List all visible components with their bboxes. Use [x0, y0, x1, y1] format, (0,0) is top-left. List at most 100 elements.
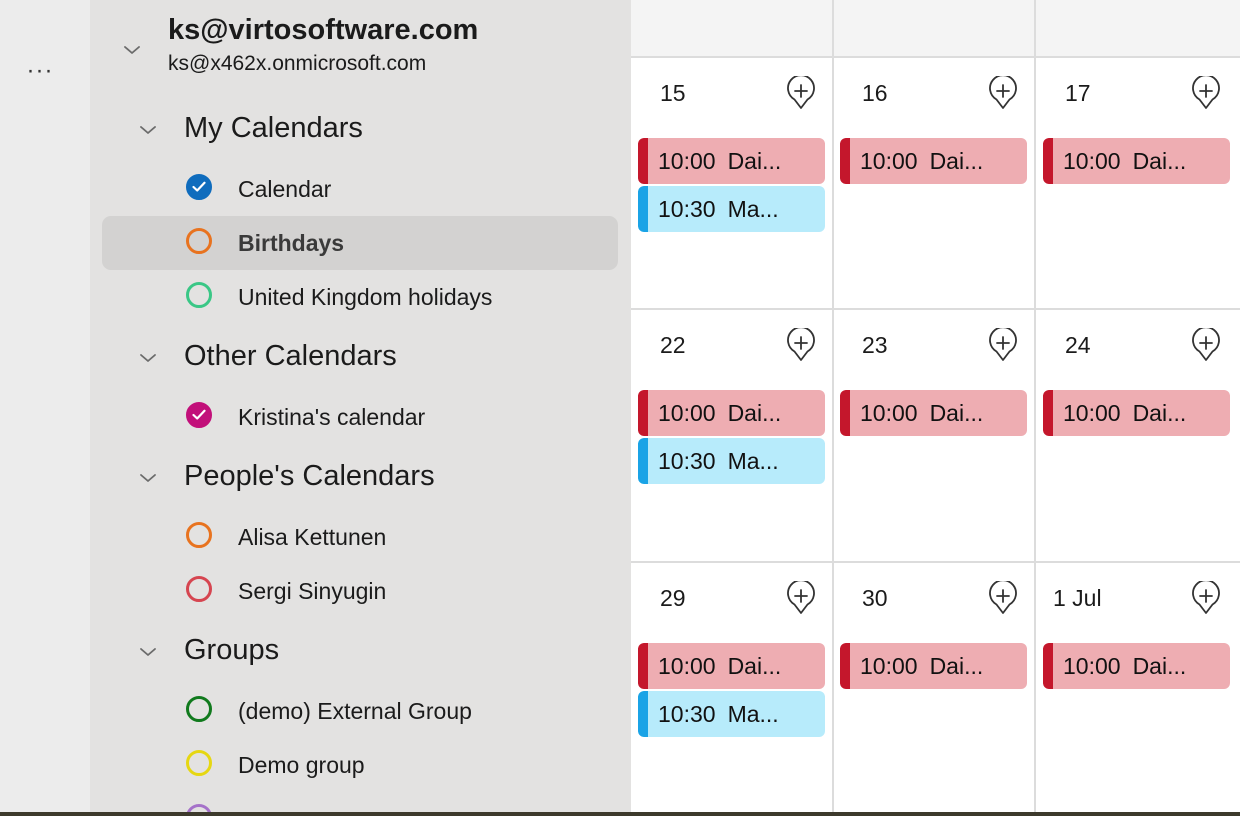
group-title-groups[interactable]: Groups: [184, 634, 279, 667]
event-time: 10:00: [1063, 652, 1121, 679]
event-title: Dai...: [1132, 399, 1187, 426]
calendar-event[interactable]: 10:00 Dai...: [840, 390, 1027, 436]
calendar-item-label: United Kingdom holidays: [238, 284, 493, 310]
unchecked-checkbox-icon[interactable]: [186, 228, 212, 254]
add-event-icon[interactable]: [988, 581, 1018, 615]
event-time: 10:00: [658, 399, 716, 426]
my-calendars-chevron-icon[interactable]: [138, 120, 158, 140]
day-number[interactable]: 23: [862, 332, 888, 359]
day-number[interactable]: 29: [660, 585, 686, 612]
month-grid: 15 10:00 Dai... 10:30 Ma... 16 10:00 Dai…: [631, 0, 1240, 816]
unchecked-checkbox-icon[interactable]: [186, 282, 212, 308]
calendar-event[interactable]: 10:00 Dai...: [638, 138, 825, 184]
event-time: 10:00: [860, 399, 918, 426]
event-time: 10:00: [658, 147, 716, 174]
event-title: Ma...: [727, 700, 779, 727]
calendar-item-label: Demo group: [238, 752, 365, 778]
day-number[interactable]: 15: [660, 80, 686, 107]
group-title-my-calendars[interactable]: My Calendars: [184, 112, 363, 145]
event-time: 10:30: [658, 195, 716, 222]
calendar-sidebar: ks@virtosoftware.com ks@x462x.onmicrosof…: [90, 0, 631, 816]
calendar-item-external-group[interactable]: (demo) External Group: [102, 684, 618, 738]
calendar-event[interactable]: 10:00 Dai...: [840, 138, 1027, 184]
unchecked-checkbox-icon[interactable]: [186, 522, 212, 548]
calendar-event[interactable]: 10:00 Dai...: [1043, 643, 1230, 689]
calendar-event[interactable]: 10:00 Dai...: [1043, 138, 1230, 184]
day-number[interactable]: 30: [862, 585, 888, 612]
add-event-icon[interactable]: [988, 76, 1018, 110]
event-time: 10:30: [658, 447, 716, 474]
event-time: 10:00: [860, 652, 918, 679]
calendar-item-uk-holidays[interactable]: United Kingdom holidays: [102, 270, 618, 324]
day-number[interactable]: 22: [660, 332, 686, 359]
calendar-item-sergi[interactable]: Sergi Sinyugin: [102, 564, 618, 618]
event-color-bar: [1043, 643, 1053, 689]
event-color-bar: [638, 138, 648, 184]
event-title: Dai...: [727, 652, 782, 679]
event-time: 10:00: [1063, 147, 1121, 174]
calendar-event[interactable]: 10:30 Ma...: [638, 186, 825, 232]
day-number[interactable]: 1 Jul: [1053, 585, 1102, 612]
checked-checkbox-icon[interactable]: [186, 174, 212, 200]
checked-checkbox-icon[interactable]: [186, 402, 212, 428]
app-rail: ···: [0, 0, 90, 816]
unchecked-checkbox-icon[interactable]: [186, 576, 212, 602]
event-title: Dai...: [929, 652, 984, 679]
event-color-bar: [638, 643, 648, 689]
groups-chevron-icon[interactable]: [138, 642, 158, 662]
add-event-icon[interactable]: [786, 581, 816, 615]
event-color-bar: [840, 138, 850, 184]
peoples-calendars-chevron-icon[interactable]: [138, 468, 158, 488]
event-title: Dai...: [727, 147, 782, 174]
event-time: 10:00: [860, 147, 918, 174]
group-title-peoples-calendars[interactable]: People's Calendars: [184, 460, 435, 493]
account-collapse-chevron-icon[interactable]: [122, 40, 142, 60]
row-divider: [631, 308, 1240, 310]
calendar-item-birthdays[interactable]: Birthdays: [102, 216, 618, 270]
calendar-event[interactable]: 10:00 Dai...: [638, 390, 825, 436]
calendar-item-label: Kristina's calendar: [238, 404, 426, 430]
calendar-item-label: (demo) External Group: [238, 698, 472, 724]
account-subtitle: ks@x462x.onmicrosoft.com: [168, 52, 427, 75]
add-event-icon[interactable]: [1191, 328, 1221, 362]
event-title: Ma...: [727, 447, 779, 474]
event-color-bar: [638, 691, 648, 737]
event-title: Dai...: [929, 399, 984, 426]
event-time: 10:30: [658, 700, 716, 727]
event-color-bar: [638, 390, 648, 436]
day-number[interactable]: 16: [862, 80, 888, 107]
calendar-event[interactable]: 10:30 Ma...: [638, 691, 825, 737]
event-time: 10:00: [1063, 399, 1121, 426]
add-event-icon[interactable]: [1191, 76, 1221, 110]
more-options-button[interactable]: ···: [22, 56, 58, 86]
calendar-item-label: Calendar: [238, 176, 332, 202]
calendar-item-alisa[interactable]: Alisa Kettunen: [102, 510, 618, 564]
add-event-icon[interactable]: [1191, 581, 1221, 615]
add-event-icon[interactable]: [988, 328, 1018, 362]
add-event-icon[interactable]: [786, 328, 816, 362]
calendar-event[interactable]: 10:00 Dai...: [638, 643, 825, 689]
event-color-bar: [1043, 138, 1053, 184]
event-title: Ma...: [727, 195, 779, 222]
event-color-bar: [638, 186, 648, 232]
add-event-icon[interactable]: [786, 76, 816, 110]
calendar-event[interactable]: 10:00 Dai...: [840, 643, 1027, 689]
column-divider: [832, 0, 834, 816]
grid-header-row: [631, 0, 1240, 58]
calendar-event[interactable]: 10:30 Ma...: [638, 438, 825, 484]
calendar-item-kristina[interactable]: Kristina's calendar: [102, 390, 618, 444]
calendar-item-demo-group[interactable]: Demo group: [102, 738, 618, 792]
unchecked-checkbox-icon[interactable]: [186, 696, 212, 722]
group-title-other-calendars[interactable]: Other Calendars: [184, 340, 397, 373]
day-number[interactable]: 24: [1065, 332, 1091, 359]
column-divider: [1034, 0, 1036, 816]
event-title: Dai...: [727, 399, 782, 426]
event-color-bar: [840, 390, 850, 436]
event-color-bar: [638, 438, 648, 484]
day-number[interactable]: 17: [1065, 80, 1091, 107]
calendar-event[interactable]: 10:00 Dai...: [1043, 390, 1230, 436]
calendar-item-calendar[interactable]: Calendar: [102, 162, 618, 216]
unchecked-checkbox-icon[interactable]: [186, 750, 212, 776]
other-calendars-chevron-icon[interactable]: [138, 348, 158, 368]
event-title: Dai...: [929, 147, 984, 174]
